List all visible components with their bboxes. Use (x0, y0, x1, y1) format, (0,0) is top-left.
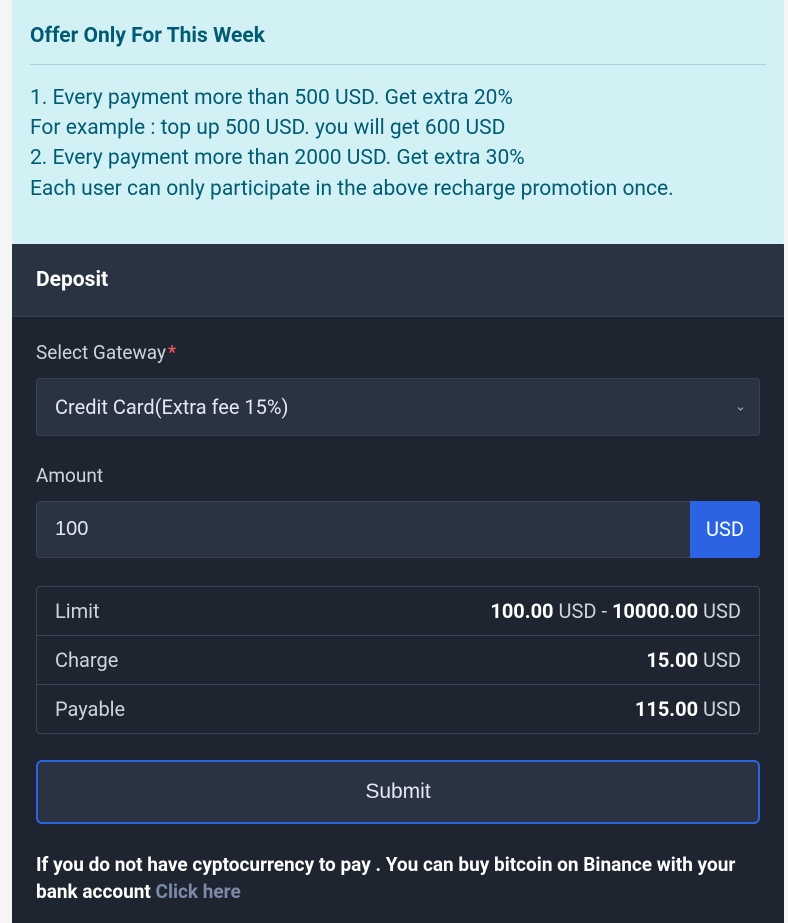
limit-label: Limit (55, 599, 100, 623)
gateway-select[interactable]: Credit Card(Extra fee 15%) (36, 378, 760, 436)
limit-value: 100.00 USD - 10000.00 USD (490, 599, 741, 623)
offer-line: 2. Every payment more than 2000 USD. Get… (30, 143, 766, 173)
amount-label: Amount (36, 464, 760, 487)
payable-label: Payable (55, 697, 125, 721)
summary-row-limit: Limit 100.00 USD - 10000.00 USD (37, 587, 759, 636)
click-here-link[interactable]: Click here (156, 880, 241, 903)
charge-value: 15.00 USD (646, 648, 741, 672)
summary-row-payable: Payable 115.00 USD (37, 685, 759, 733)
offer-banner: Offer Only For This Week 1. Every paymen… (12, 0, 784, 244)
offer-line: For example : top up 500 USD. you will g… (30, 113, 766, 143)
gateway-label: Select Gateway* (36, 341, 760, 364)
payable-value: 115.00 USD (635, 697, 741, 721)
offer-line: 1. Every payment more than 500 USD. Get … (30, 83, 766, 113)
offer-line: Each user can only participate in the ab… (30, 174, 766, 204)
amount-input[interactable] (36, 501, 690, 558)
currency-addon: USD (690, 501, 760, 558)
offer-body: 1. Every payment more than 500 USD. Get … (30, 83, 766, 204)
footer-note: If you do not have cyptocurrency to pay … (36, 852, 760, 905)
required-indicator: * (168, 341, 176, 364)
summary-row-charge: Charge 15.00 USD (37, 636, 759, 685)
offer-title: Offer Only For This Week (30, 24, 766, 65)
summary-table: Limit 100.00 USD - 10000.00 USD Charge 1… (36, 586, 760, 734)
submit-button[interactable]: Submit (36, 760, 760, 824)
charge-label: Charge (55, 648, 118, 672)
deposit-heading: Deposit (12, 244, 784, 317)
